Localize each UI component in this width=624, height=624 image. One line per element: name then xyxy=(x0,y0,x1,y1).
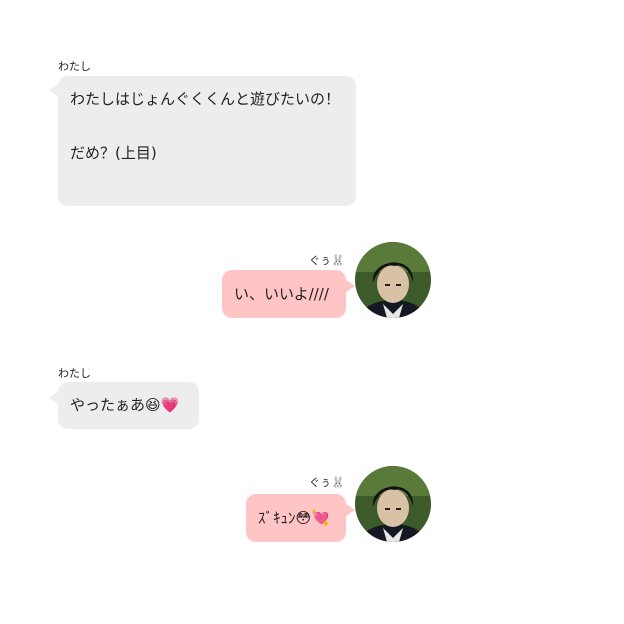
bubble-tail xyxy=(49,84,58,96)
avatar-photo-icon xyxy=(355,242,431,318)
sender-name: ぐぅ🐰 xyxy=(309,476,345,489)
sender-name: わたし xyxy=(58,367,91,380)
sender-name: わたし xyxy=(58,60,91,73)
message-bubble: い、いいよ//// xyxy=(222,270,346,318)
avatar[interactable] xyxy=(355,242,431,318)
avatar[interactable] xyxy=(355,466,431,542)
bubble-tail xyxy=(49,392,58,404)
bubble-tail xyxy=(346,280,355,292)
message-bubble: やったぁあ😆💗 xyxy=(58,382,199,429)
bubble-tail xyxy=(346,504,355,516)
message-bubble: ｽﾞｷｭﾝ😳💘 xyxy=(246,494,346,542)
sender-name: ぐぅ🐰 xyxy=(309,254,345,267)
avatar-photo-icon xyxy=(355,466,431,542)
message-bubble: わたしはじょんぐくくんと遊びたいの！ だめ？(上目) xyxy=(58,76,356,206)
